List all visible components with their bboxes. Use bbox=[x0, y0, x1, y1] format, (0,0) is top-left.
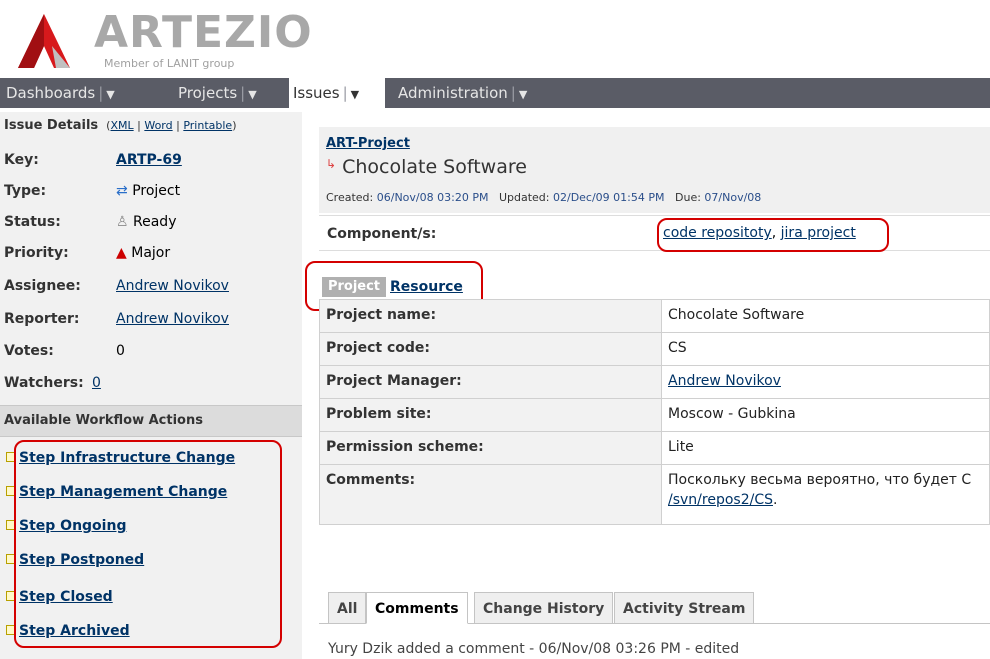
tab-activity-stream[interactable]: Activity Stream bbox=[614, 592, 755, 624]
priority-major-icon: ▲ bbox=[116, 245, 127, 261]
field-label: Key: bbox=[4, 152, 39, 168]
components-row: Component/s: code repositoty, jira proje… bbox=[319, 215, 990, 251]
project-link[interactable]: ART-Project bbox=[326, 136, 410, 151]
svn-path-link[interactable]: /svn/repos2/CS bbox=[668, 492, 773, 508]
detail-key: Project code: bbox=[319, 332, 662, 366]
table-row: Project Manager: Andrew Novikov bbox=[319, 365, 990, 399]
detail-key: Permission scheme: bbox=[319, 431, 662, 465]
assignee-link[interactable]: Andrew Novikov bbox=[116, 278, 229, 294]
components-label: Component/s: bbox=[327, 226, 437, 242]
field-label: Watchers: bbox=[4, 375, 84, 391]
nav-projects-label: Projects bbox=[178, 84, 238, 102]
nav-projects[interactable]: Projects | ▼ bbox=[178, 78, 288, 108]
subtask-arrow-icon: ↳ bbox=[326, 157, 337, 171]
tab-comments[interactable]: Comments bbox=[366, 592, 468, 624]
top-navigation: Dashboards | ▼ Projects | ▼ Issues | ▼ Adminis… bbox=[0, 78, 990, 108]
status-ready-icon: ♙ bbox=[116, 214, 129, 230]
workflow-actions-header: Available Workflow Actions bbox=[0, 405, 302, 437]
chevron-down-icon[interactable]: ▼ bbox=[351, 88, 359, 101]
votes-value: 0 bbox=[116, 343, 125, 359]
tab-all[interactable]: All bbox=[328, 592, 367, 624]
detail-value: Lite bbox=[661, 431, 990, 465]
detail-key: Comments: bbox=[319, 464, 662, 525]
field-label: Reporter: bbox=[4, 311, 80, 327]
detail-key: Project Manager: bbox=[319, 365, 662, 399]
watchers-link[interactable]: 0 bbox=[92, 375, 101, 391]
created-date: 06/Nov/08 03:20 PM bbox=[376, 191, 489, 204]
issue-key-link[interactable]: ARTP-69 bbox=[116, 152, 182, 168]
table-row: Permission scheme: Lite bbox=[319, 431, 990, 465]
word-link[interactable]: Word bbox=[144, 119, 172, 132]
detail-value: Chocolate Software bbox=[661, 299, 990, 333]
field-label: Status: bbox=[4, 214, 61, 230]
header: ARTEZIO Member of LANIT group bbox=[0, 0, 990, 76]
logo-text: ARTEZIO bbox=[94, 7, 313, 58]
issue-details-title: Issue Details (XML | Word | Printable) bbox=[4, 118, 237, 133]
chevron-down-icon[interactable]: ▼ bbox=[248, 88, 256, 101]
project-type-icon: ⇄ bbox=[116, 183, 128, 199]
logo-subtitle: Member of LANIT group bbox=[104, 57, 235, 70]
issue-dates: Created: 06/Nov/08 03:20 PM Updated: 02/… bbox=[326, 191, 762, 204]
detail-key: Project name: bbox=[319, 299, 662, 333]
nav-dashboards-label: Dashboards bbox=[6, 84, 96, 102]
artezio-logo-icon[interactable] bbox=[16, 12, 72, 70]
nav-administration-label: Administration bbox=[398, 84, 508, 102]
table-row: Comments: Поскольку весьма вероятно, что… bbox=[319, 464, 990, 525]
project-manager-link[interactable]: Andrew Novikov bbox=[668, 373, 781, 389]
detail-key: Problem site: bbox=[319, 398, 662, 432]
chevron-down-icon[interactable]: ▼ bbox=[106, 88, 114, 101]
detail-value: CS bbox=[661, 332, 990, 366]
reporter-link[interactable]: Andrew Novikov bbox=[116, 311, 229, 327]
project-details-table: Project name: Chocolate Software Project… bbox=[319, 299, 990, 525]
table-row: Project code: CS bbox=[319, 332, 990, 366]
annotation-highlight bbox=[657, 218, 889, 252]
nav-issues-label: Issues bbox=[293, 84, 340, 102]
field-label: Priority: bbox=[4, 245, 69, 261]
detail-value: Moscow - Gubkina bbox=[661, 398, 990, 432]
field-label: Type: bbox=[4, 183, 47, 199]
nav-administration[interactable]: Administration | ▼ bbox=[398, 78, 558, 108]
issue-title: ↳ Chocolate Software bbox=[326, 156, 527, 178]
comments-text: Поскольку весьма вероятно, что будет С bbox=[668, 472, 972, 488]
due-date: 07/Nov/08 bbox=[704, 191, 762, 204]
comment-header: Yury Dzik added a comment - 06/Nov/08 03… bbox=[328, 641, 740, 657]
field-label: Assignee: bbox=[4, 278, 81, 294]
xml-link[interactable]: XML bbox=[110, 119, 133, 132]
annotation-highlight bbox=[14, 440, 282, 648]
tab-change-history[interactable]: Change History bbox=[474, 592, 614, 624]
field-label: Votes: bbox=[4, 343, 54, 359]
chevron-down-icon[interactable]: ▼ bbox=[519, 88, 527, 101]
updated-date: 02/Dec/09 01:54 PM bbox=[552, 191, 665, 204]
table-row: Problem site: Moscow - Gubkina bbox=[319, 398, 990, 432]
printable-link[interactable]: Printable bbox=[183, 119, 232, 132]
table-row: Project name: Chocolate Software bbox=[319, 299, 990, 333]
nav-dashboards[interactable]: Dashboards | ▼ bbox=[6, 78, 161, 108]
nav-issues[interactable]: Issues | ▼ bbox=[289, 78, 385, 108]
